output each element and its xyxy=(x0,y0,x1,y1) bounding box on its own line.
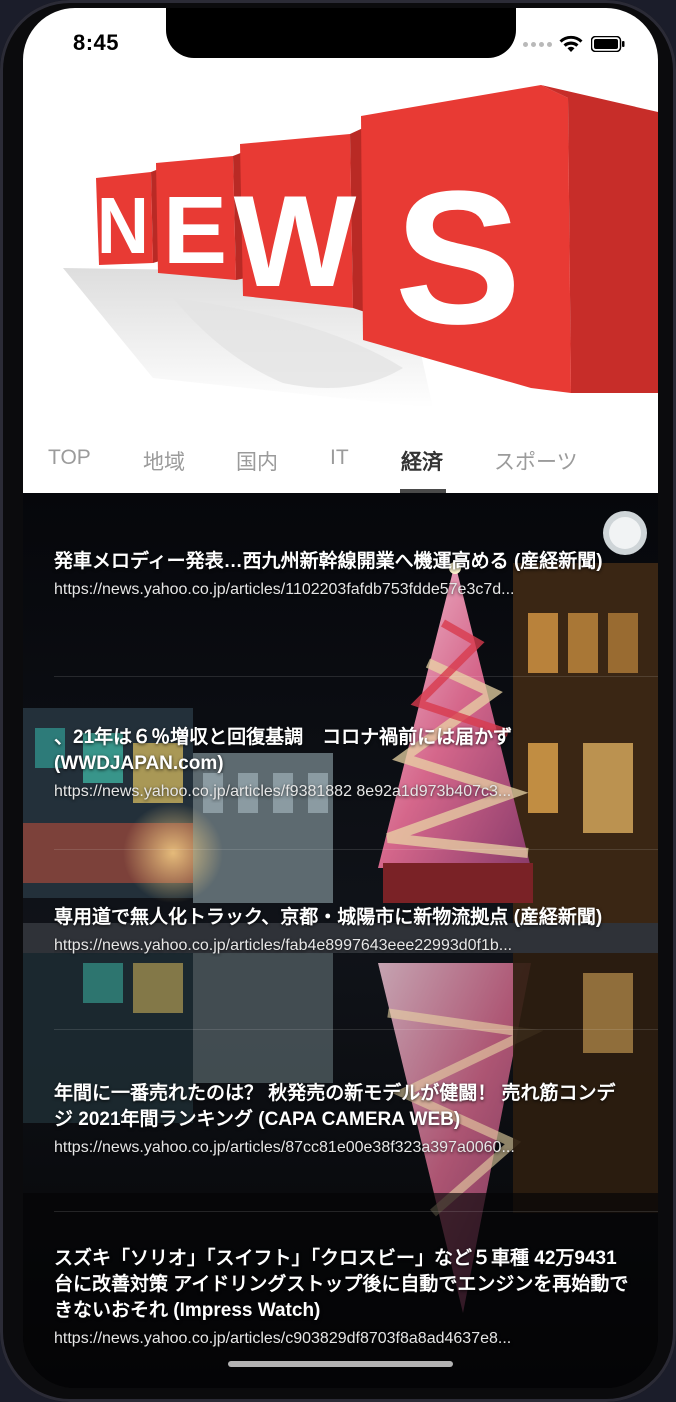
article-title: 専用道で無人化トラック、京都・城陽市に新物流拠点 (産経新聞) xyxy=(54,907,603,928)
svg-text:N: N xyxy=(97,182,149,271)
tab-sports[interactable]: スポーツ xyxy=(494,446,578,476)
divider xyxy=(54,1211,658,1212)
notch xyxy=(166,8,516,58)
article-feed[interactable]: 発車メロディー発表…西九州新幹線開業へ機運高める (産経新聞) https://… xyxy=(23,493,658,1388)
article-title: 、21年は６％増収と回復基調 コロナ禍前には届かず (WWDJAPAN.com) xyxy=(54,727,513,774)
header: 8:45 N E W S TOP 地域 国内 IT 経済 スポーツ xyxy=(23,8,658,493)
battery-icon xyxy=(591,36,625,52)
divider xyxy=(54,849,658,850)
article-item[interactable]: 、21年は６％増収と回復基調 コロナ禍前には届かず (WWDJAPAN.com)… xyxy=(54,725,634,803)
tab-region[interactable]: 地域 xyxy=(143,446,185,476)
tab-domestic[interactable]: 国内 xyxy=(236,446,278,476)
status-time: 8:45 xyxy=(73,30,120,55)
svg-text:W: W xyxy=(234,168,357,314)
article-title: スズキ「ソリオ」「スイフト」「クロスビー」など５車種 42万9431台に改善対策… xyxy=(54,1248,629,1321)
article-item[interactable]: 専用道で無人化トラック、京都・城陽市に新物流拠点 (産経新聞) https://… xyxy=(54,905,634,957)
category-tabs: TOP 地域 国内 IT 経済 スポーツ xyxy=(23,438,658,493)
cellular-signal-icon xyxy=(523,42,552,47)
article-item[interactable]: 発車メロディー発表…西九州新幹線開業へ機運高める (産経新聞) https://… xyxy=(54,549,634,601)
tab-economy[interactable]: 経済 xyxy=(401,446,443,476)
svg-text:S: S xyxy=(395,152,522,364)
divider xyxy=(54,676,658,677)
article-item[interactable]: 年間に一番売れたのは？ 秋発売の新モデルが健闘！ 売れ筋コンデジ 2021年間ラ… xyxy=(54,1081,634,1159)
article-url: https://news.yahoo.co.jp/articles/f93818… xyxy=(54,783,512,800)
article-url: https://news.yahoo.co.jp/articles/110220… xyxy=(54,581,515,598)
article-url: https://news.yahoo.co.jp/articles/fab4e8… xyxy=(54,937,513,954)
article-item[interactable]: スズキ「ソリオ」「スイフト」「クロスビー」など５車種 42万9431台に改善対策… xyxy=(54,1246,634,1350)
screen: 8:45 N E W S TOP 地域 国内 IT 経済 スポーツ 発車メロディ… xyxy=(23,8,658,1388)
article-title: 年間に一番売れたのは？ 秋発売の新モデルが健闘！ 売れ筋コンデジ 2021年間ラ… xyxy=(54,1083,616,1130)
divider xyxy=(54,1029,658,1030)
svg-text:E: E xyxy=(163,177,227,284)
article-title: 発車メロディー発表…西九州新幹線開業へ機運高める (産経新聞) xyxy=(54,551,603,572)
tab-top[interactable]: TOP xyxy=(48,446,91,470)
article-url: https://news.yahoo.co.jp/articles/87cc81… xyxy=(54,1139,515,1156)
tab-it[interactable]: IT xyxy=(330,446,349,470)
home-indicator[interactable] xyxy=(228,1361,453,1367)
wifi-icon xyxy=(559,35,583,52)
phone-frame: 8:45 N E W S TOP 地域 国内 IT 経済 スポーツ 発車メロディ… xyxy=(0,0,676,1402)
news-logo: N E W S xyxy=(63,85,658,408)
article-url: https://news.yahoo.co.jp/articles/c90382… xyxy=(54,1330,512,1347)
